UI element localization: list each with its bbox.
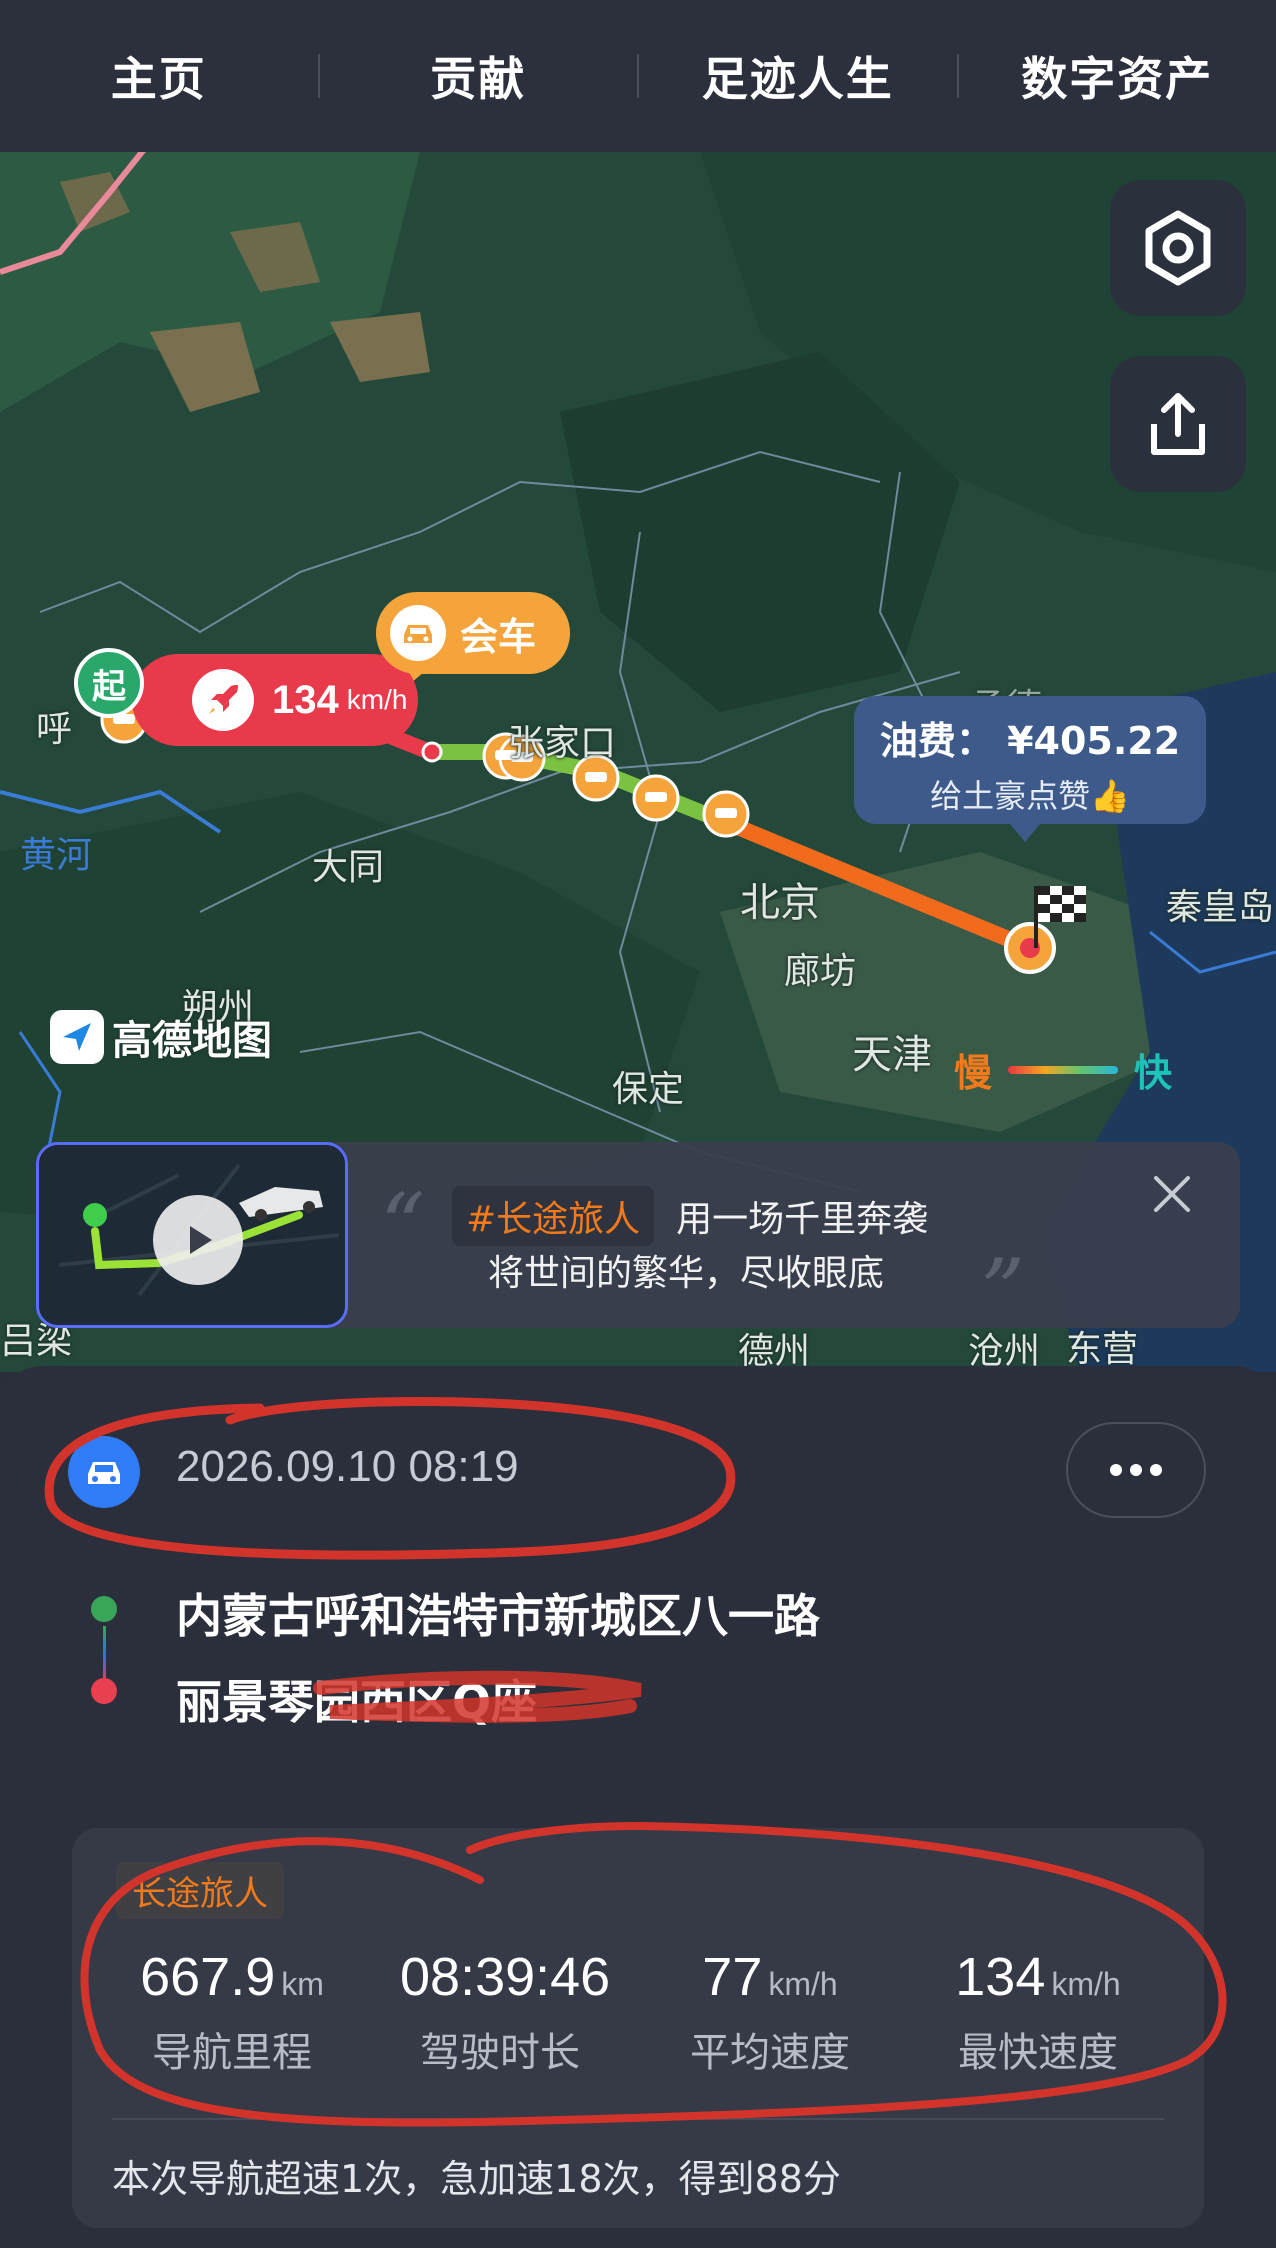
stat-avg-speed: 77 km/h 平均速度 [670,1946,870,2078]
legend-gradient [1008,1065,1119,1074]
promo-text-1: 用一场千里奔袭 [676,1199,929,1240]
place-label: 廊坊 [784,951,857,992]
settings-button[interactable] [1110,180,1246,316]
share-button[interactable] [1110,356,1246,492]
amap-logo-icon [50,1010,104,1064]
meet-car-label: 会车 [460,614,537,659]
place-label: 秦皇岛 [1166,887,1275,928]
amap-logo: 高德地图 [50,1008,272,1066]
stat-max-speed: 134 km/h 最快速度 [928,1946,1148,2078]
rocket-icon [192,669,254,731]
close-promo-button[interactable] [1144,1166,1200,1222]
close-icon [1154,1176,1190,1212]
play-icon [190,1226,212,1254]
share-icon [1151,393,1205,455]
tab-digital-assets[interactable]: 数字资产 [959,43,1276,109]
quote-mark: ” [980,1240,1025,1343]
max-speed-value: 134 [272,677,339,722]
fuel-cost-callout[interactable]: 油费： ¥405.22 给土豪点赞👍 [854,696,1206,824]
settings-icon [1145,210,1211,286]
destination-address: 丽景琴园西区Q座 [176,1675,538,1729]
tab-contribution[interactable]: 贡献 [320,43,638,109]
promo-line-2: 将世间的繁华，尽收眼底 [488,1253,885,1294]
meet-car-callout[interactable]: 会车 [376,592,570,674]
trip-datetime: 2026.09.10 08:19 [176,1442,519,1491]
stat-distance: 667.9 km 导航里程 [132,1946,332,2078]
promo-line-1: #长途旅人 用一场千里奔袭 [452,1186,928,1246]
trip-badge: 长途旅人 [116,1862,284,1919]
place-label: 保定 [612,1069,685,1110]
stat-duration: 08:39:46 驾驶时长 [400,1946,610,2078]
finish-flag-icon [1034,886,1086,948]
stats-divider [112,2118,1164,2120]
fuel-cost: 油费： ¥405.22 [879,719,1181,763]
tab-footprint[interactable]: 足迹人生 [639,43,957,109]
place-label: 黄河 [20,835,93,876]
place-label: 德州 [738,1331,811,1372]
promo-banner[interactable]: “ #长途旅人 用一场千里奔袭 将世间的繁华，尽收眼底 ” [36,1142,1240,1336]
speed-legend: 慢 快 [954,1042,1172,1097]
fuel-praise: 给土豪点赞👍 [930,777,1130,815]
amap-logo-text: 高德地图 [112,1018,272,1064]
quote-mark: “ [380,1174,425,1277]
legend-fast: 快 [1134,1051,1173,1095]
stat-value: 08:39:46 [400,1947,611,2007]
origin-address: 内蒙古呼和浩特市新城区八一路 [176,1589,820,1643]
car-icon [390,605,446,661]
stat-label: 平均速度 [690,2030,850,2076]
top-tab-bar: 主页 贡献 足迹人生 数字资产 [0,0,1276,152]
place-label: 呼 [36,709,73,750]
promo-tag: #长途旅人 [452,1186,655,1246]
destination-dot [91,1678,117,1704]
stat-unit: km/h [1051,1966,1121,2002]
stat-unit: km/h [768,1966,838,2002]
speed-unit: km/h [346,684,408,715]
more-options-button[interactable] [1066,1422,1206,1518]
stat-label: 最快速度 [958,2030,1118,2076]
tab-home[interactable]: 主页 [0,43,318,109]
place-label: 张家口 [508,723,617,764]
place-label: 大同 [312,847,385,888]
car-badge-icon [68,1436,140,1508]
max-speed-callout[interactable]: 134 km/h [132,654,418,746]
stat-value: 667.9 [140,1947,276,2007]
stat-label: 导航里程 [152,2030,312,2076]
route-connector [103,1626,106,1684]
origin-dot [91,1596,117,1622]
place-label: 天津 [852,1032,932,1078]
play-button[interactable] [153,1195,243,1285]
stat-value: 134 [955,1947,1046,2007]
driving-summary: 本次导航超速1次，急加速18次，得到88分 [112,2157,841,2201]
stat-value: 77 [702,1947,763,2007]
trip-stats-panel: 长途旅人 667.9 km 导航里程 08:39:46 驾驶时长 77 km/h 平… [72,1828,1204,2228]
start-marker[interactable]: 起 [74,648,144,718]
promo-video-thumbnail[interactable] [36,1142,348,1328]
place-label: 北京 [740,880,820,926]
legend-slow: 慢 [954,1051,993,1095]
stat-label: 驾驶时长 [420,2030,580,2076]
stat-unit: km [281,1966,324,2002]
